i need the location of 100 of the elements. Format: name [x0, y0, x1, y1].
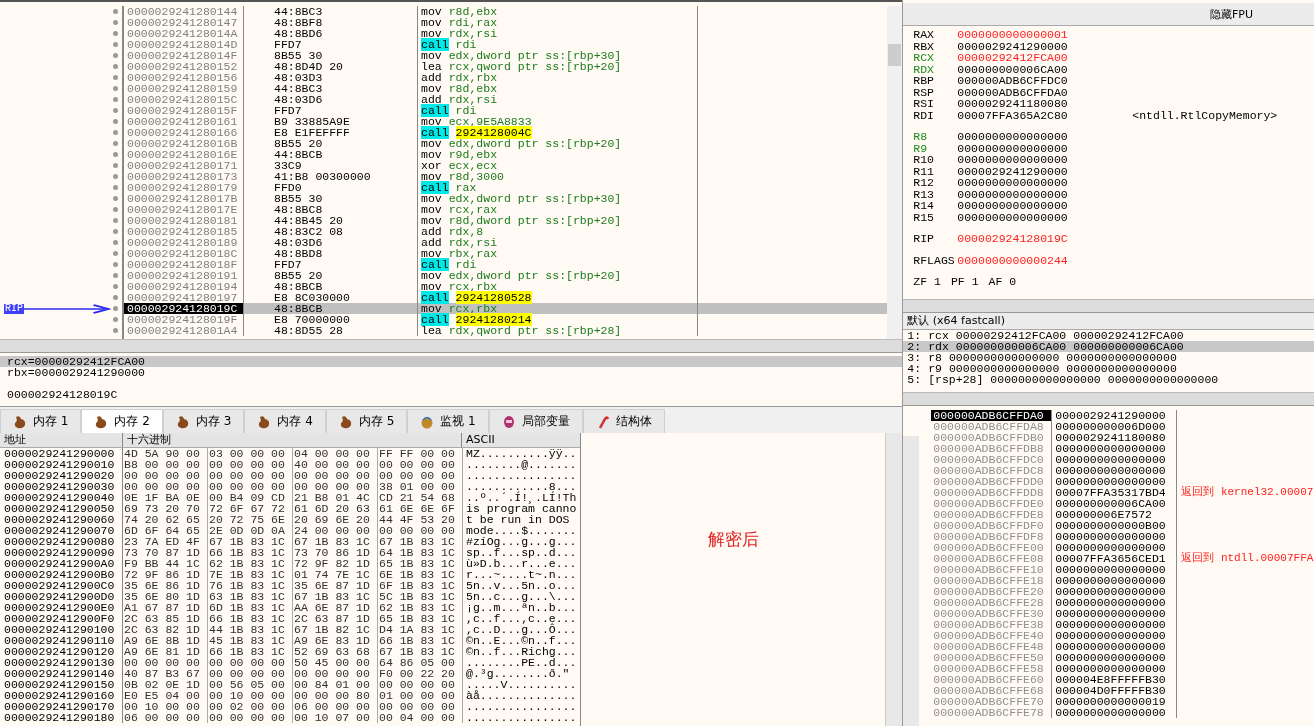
- code-row[interactable]: 000002924128019C 48:8BCB mov rcx,rbx: [124, 303, 888, 314]
- tab[interactable]: 内存 4: [244, 409, 326, 433]
- register-value[interactable]: 0000000000000000: [957, 200, 1133, 212]
- argument-row[interactable]: 3: r8 0000000000000000 0000000000000000: [903, 352, 1314, 363]
- argument-row[interactable]: 1: rcx 00000292412FCA00 00000292412FCA00: [903, 330, 1314, 341]
- tab[interactable]: 内存 1: [0, 409, 82, 433]
- dot-icon[interactable]: [113, 196, 118, 201]
- dot-icon[interactable]: [113, 130, 118, 135]
- register-value[interactable]: 000002924128019C: [957, 233, 1133, 245]
- register-value[interactable]: 00007FFA365A2C80: [957, 109, 1133, 121]
- argument-row[interactable]: 5: [rsp+28] 0000000000000000 0000000000000000: [903, 374, 1314, 385]
- dot-icon[interactable]: [113, 42, 118, 47]
- dot-icon[interactable]: [113, 119, 118, 124]
- blob-icon: [175, 414, 190, 429]
- code-row[interactable]: 000002924128015F FFD7 call rdi: [124, 105, 888, 116]
- argument-row[interactable]: 4: r9 0000000000000000 0000000000000000: [903, 363, 1314, 374]
- tab[interactable]: 局部变量: [488, 409, 583, 433]
- flag-value[interactable]: AF 0: [988, 276, 1017, 288]
- dot-icon[interactable]: [113, 273, 118, 278]
- dot-icon[interactable]: [113, 141, 118, 146]
- code-row[interactable]: 000002924128016E 44:8BCB mov r9d,ebx: [124, 149, 888, 160]
- code-row[interactable]: 0000029241280159 44:8BC3 mov r8d,ebx: [124, 83, 888, 94]
- code-row[interactable]: 0000029241280191 8B55 20 mov edx,dword ptr ss:[rbp+20]: [124, 270, 888, 281]
- dot-icon[interactable]: [113, 163, 118, 168]
- dot-icon[interactable]: [113, 174, 118, 179]
- dot-icon[interactable]: [113, 317, 118, 322]
- code-row[interactable]: 0000029241280144 44:8BC3 mov r8d,ebx: [124, 6, 888, 17]
- code-row[interactable]: 0000029241280179 FFD0 call rax: [124, 182, 888, 193]
- dot-icon[interactable]: [113, 9, 118, 14]
- dot-icon[interactable]: [113, 262, 118, 267]
- tab[interactable]: 内存 5: [325, 409, 408, 433]
- register-value[interactable]: 000000ADB6CFFDA0: [957, 86, 1133, 98]
- code-row[interactable]: 0000029241280171 33C9 xor ecx,ecx: [124, 160, 888, 171]
- code-row[interactable]: 00000292412801A4 48:8D55 28 lea rdx,qword ptr ss:[rbp+28]: [124, 325, 888, 336]
- code-row[interactable]: 000002924128016B 8B55 20 mov edx,dword ptr ss:[rbp+20]: [124, 138, 888, 149]
- register-value[interactable]: 0000000000000244: [957, 254, 1133, 266]
- scrollbar[interactable]: [903, 392, 1314, 405]
- dot-icon[interactable]: [113, 251, 118, 256]
- register-value[interactable]: 0000000000000001: [957, 29, 1133, 41]
- dot-icon[interactable]: [113, 240, 118, 245]
- dot-icon[interactable]: [113, 207, 118, 212]
- scrollbar[interactable]: [903, 299, 1314, 312]
- register-value[interactable]: 00000292412FCA00: [957, 52, 1133, 64]
- tab[interactable]: 结构体: [582, 409, 665, 433]
- register-value[interactable]: 0000000000000000: [957, 211, 1133, 223]
- dot-icon[interactable]: [113, 229, 118, 234]
- bytes-cell: 48:03D3: [244, 72, 418, 83]
- code-row[interactable]: 000002924128014D FFD7 call rdi: [124, 39, 888, 50]
- ascii-cell-text: ............8...: [465, 481, 577, 492]
- dot-icon[interactable]: [113, 295, 118, 300]
- tab[interactable]: 内存 3: [162, 409, 245, 433]
- flag-value[interactable]: PF 1: [950, 276, 979, 288]
- dot-icon[interactable]: [113, 108, 118, 113]
- code-row[interactable]: 0000029241280152 48:8D4D 20 lea rcx,qword ptr ss:[rbp+20]: [124, 61, 888, 72]
- register-value[interactable]: 0000000000000000: [957, 154, 1133, 166]
- register-value[interactable]: 0000000000000000: [957, 131, 1133, 143]
- register-value[interactable]: 0000000000000000: [957, 177, 1133, 189]
- register-value[interactable]: 0000000000000000: [957, 188, 1133, 200]
- dot-icon[interactable]: [113, 328, 118, 333]
- code-row[interactable]: 000002924128017E 48:8BC8 mov rcx,rax: [124, 204, 888, 215]
- dot-icon[interactable]: [113, 284, 118, 289]
- dot-icon[interactable]: [113, 53, 118, 58]
- code-row[interactable]: 0000029241280156 48:03D3 add rdx,rbx: [124, 72, 888, 83]
- tab[interactable]: 监视 1: [407, 409, 489, 433]
- code-row[interactable]: 0000029241280185 48:83C2 08 add rdx,8: [124, 226, 888, 237]
- code-row[interactable]: 000002924128018F FFD7 call rdi: [124, 259, 888, 270]
- dot-icon[interactable]: [113, 152, 118, 157]
- code-row[interactable]: 000002924128017B 8B55 30 mov edx,dword ptr ss:[rbp+30]: [124, 193, 888, 204]
- scrollbar[interactable]: [903, 436, 920, 726]
- dot-icon[interactable]: [113, 75, 118, 80]
- register-value[interactable]: 0000029241290000: [957, 40, 1133, 52]
- dot-icon[interactable]: [113, 306, 118, 311]
- register-value[interactable]: 0000029241180080: [957, 98, 1133, 110]
- dot-icon[interactable]: [113, 86, 118, 91]
- hide-fpu-button[interactable]: 隐藏FPU: [1204, 3, 1259, 25]
- code-row[interactable]: 0000029241280181 44:8B45 20 mov r8d,dword ptr ss:[rbp+20]: [124, 215, 888, 226]
- scrollbar[interactable]: [0, 339, 903, 352]
- code-row[interactable]: 0000029241280189 48:03D6 add rdx,rsi: [124, 237, 888, 248]
- register-value[interactable]: 000000000006CA00: [957, 63, 1133, 75]
- value-cell: 000004D0FFFFFB30: [1052, 685, 1178, 696]
- dot-icon[interactable]: [113, 31, 118, 36]
- code-row[interactable]: 0000029241280166 E8 E1FEFFFF call 2924128004C: [124, 127, 888, 138]
- dot-icon[interactable]: [113, 97, 118, 102]
- dot-icon[interactable]: [113, 20, 118, 25]
- register-value[interactable]: 0000000000000000: [957, 142, 1133, 154]
- flag-value[interactable]: ZF 1: [913, 276, 941, 288]
- address-cell[interactable]: 000000ADB6CFFDA0: [931, 410, 1053, 421]
- tab[interactable]: 内存 2: [81, 409, 163, 433]
- code-row[interactable]: 000002924128014F 8B55 30 mov edx,dword ptr ss:[rbp+30]: [124, 50, 888, 61]
- register-value[interactable]: 000000ADB6CFFDC0: [957, 75, 1133, 87]
- code-row[interactable]: 0000029241280147 48:8BF8 mov rdi,rax: [124, 17, 888, 28]
- ascii-cell-text: MZ..........ÿÿ..: [465, 448, 577, 459]
- argument-row[interactable]: 2: rdx 000000000006CA00 000000000006CA00: [903, 341, 1314, 352]
- scrollbar[interactable]: [885, 433, 903, 726]
- register-value[interactable]: 0000029241290000: [957, 165, 1133, 177]
- dot-icon[interactable]: [113, 185, 118, 190]
- dot-icon[interactable]: [113, 64, 118, 69]
- scrollbar[interactable]: [887, 6, 903, 339]
- dot-icon[interactable]: [113, 218, 118, 223]
- code-row[interactable]: 000002924128019F E8 70000000 call 29241280214: [124, 314, 888, 325]
